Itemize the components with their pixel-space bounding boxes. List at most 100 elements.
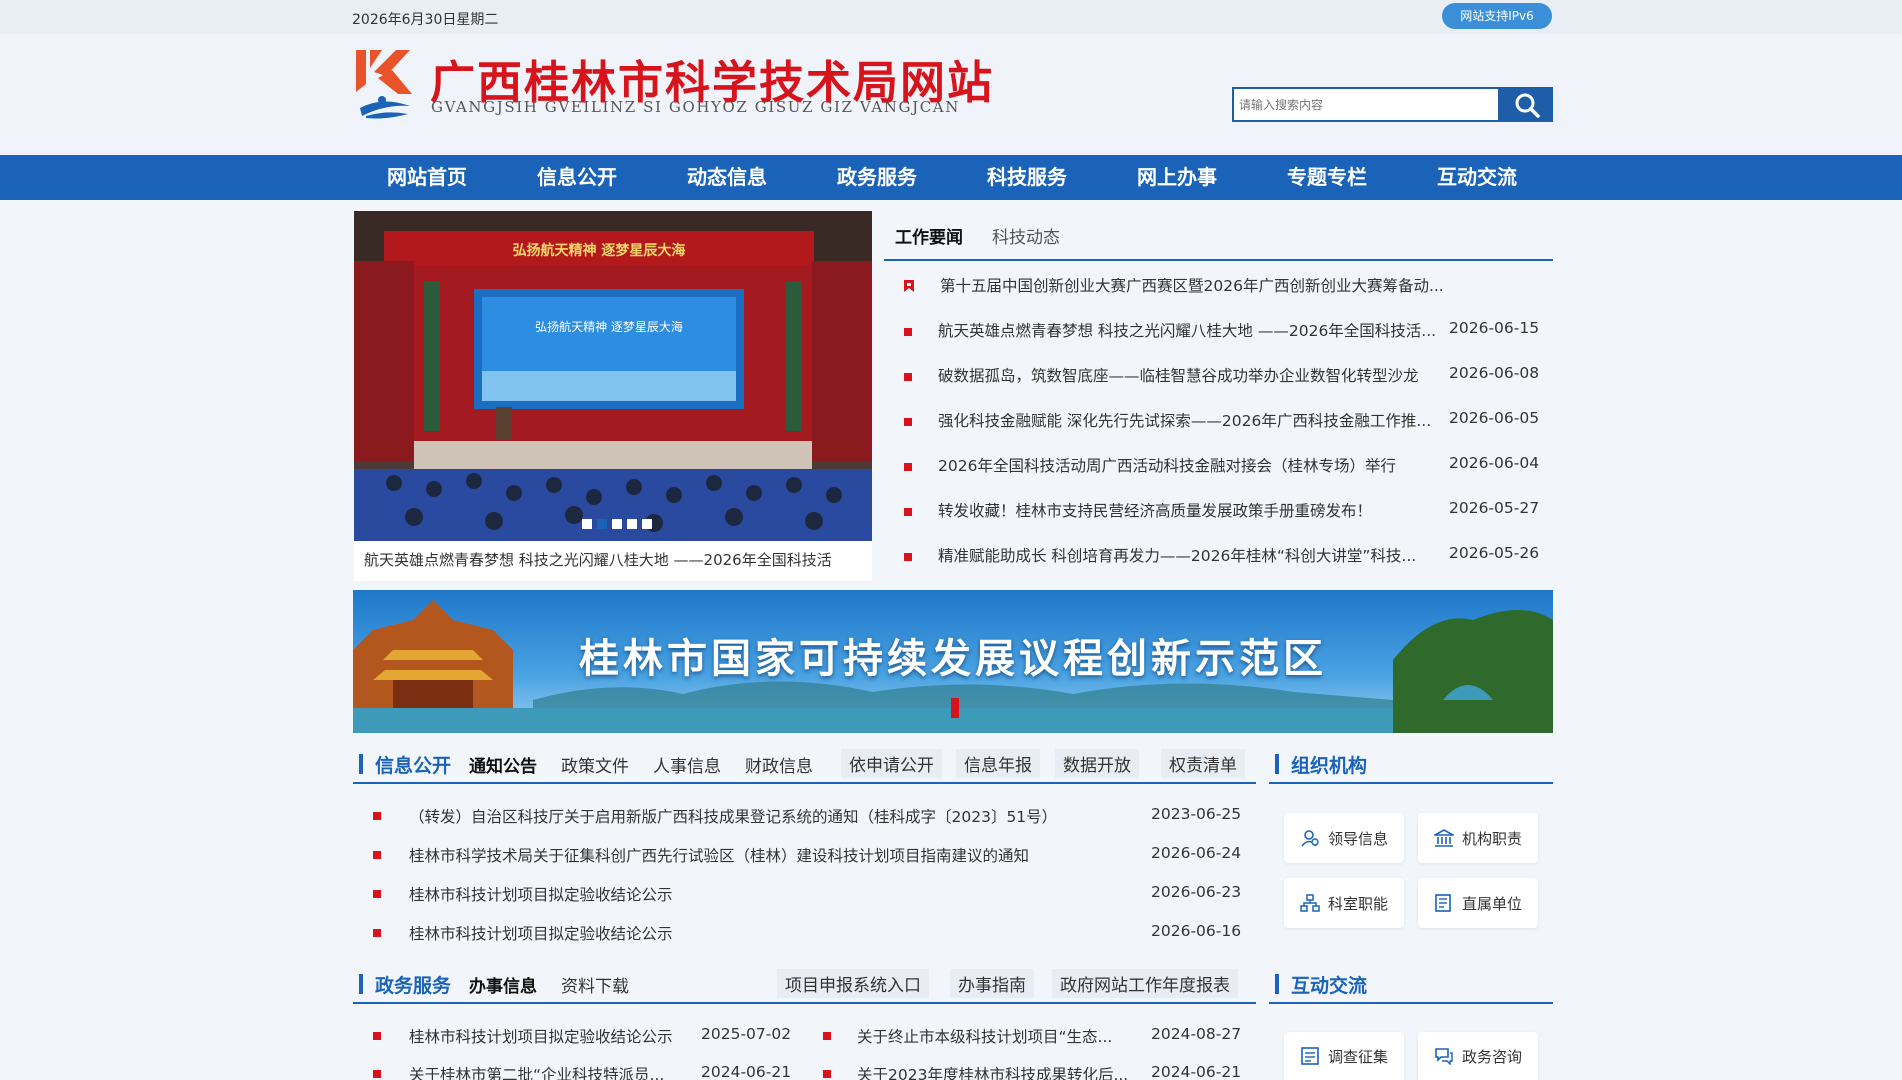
info-title[interactable]: （转发）自治区科技厅关于启用新版广西科技成果登记系统的通知（桂科成字〔2023〕… bbox=[409, 805, 1089, 827]
logo-icon[interactable] bbox=[352, 46, 414, 120]
info-date: 2026-06-24 bbox=[1151, 844, 1242, 862]
nav-interact[interactable]: 互动交流 bbox=[1402, 155, 1552, 200]
gov-title[interactable]: 桂林市科技计划项目拟定验收结论公示 bbox=[409, 1025, 709, 1047]
interact-section-title: 互动交流 bbox=[1291, 975, 1368, 997]
info-item[interactable]: 桂林市科学技术局关于征集科创广西先行试验区（桂林）建设科技计划项目指南建议的通知… bbox=[353, 839, 1256, 869]
info-item[interactable]: （转发）自治区科技厅关于启用新版广西科技成果登记系统的通知（桂科成字〔2023〕… bbox=[353, 800, 1256, 830]
link-annual-report[interactable]: 信息年报 bbox=[956, 749, 1040, 778]
search-button[interactable] bbox=[1500, 87, 1553, 122]
link-power-list[interactable]: 权责清单 bbox=[1161, 749, 1245, 778]
nav-dynamic[interactable]: 动态信息 bbox=[652, 155, 802, 200]
news-date: 2026-06-15 bbox=[1449, 319, 1540, 337]
slider-image[interactable]: 弘扬航天精神 逐梦星辰大海 弘扬航天精神 逐梦星辰大海 bbox=[354, 211, 872, 541]
top-bar: 2026年6月30日星期二 网站支持IPv6 bbox=[0, 0, 1902, 34]
tab-personnel[interactable]: 人事信息 bbox=[653, 752, 721, 777]
news-title[interactable]: 第十五届中国创新创业大赛广西赛区暨2026年广西创新创业大赛筹备动... bbox=[940, 274, 1450, 296]
nav-tech-service[interactable]: 科技服务 bbox=[952, 155, 1102, 200]
news-item[interactable]: 第十五届中国创新创业大赛广西赛区暨2026年广西创新创业大赛筹备动... bbox=[884, 265, 1553, 305]
gov-item[interactable]: 桂林市科技计划项目拟定验收结论公示 2025-07-02 bbox=[353, 1020, 793, 1050]
org-duties-button[interactable]: 机构职责 bbox=[1418, 813, 1538, 863]
nav-home[interactable]: 网站首页 bbox=[352, 155, 502, 200]
bullet bbox=[823, 1070, 831, 1078]
tab-policy[interactable]: 政策文件 bbox=[561, 752, 629, 777]
nav-special[interactable]: 专题专栏 bbox=[1252, 155, 1402, 200]
tab-service-info[interactable]: 办事信息 bbox=[469, 972, 537, 997]
gov-title[interactable]: 关于桂林市第二批“企业科技特派员... bbox=[409, 1063, 691, 1080]
news-title[interactable]: 转发收藏！桂林市支持民营经济高质量发展政策手册重磅发布！ bbox=[938, 499, 1448, 521]
site-subtitle: GVANGJSIH GVEILINZ SI GOHYOZ GISUZ GIZ V… bbox=[431, 98, 960, 116]
tab-downloads[interactable]: 资料下载 bbox=[561, 972, 629, 997]
section-bar bbox=[1275, 974, 1279, 994]
org-section-header: 组织机构 bbox=[1269, 746, 1553, 784]
nav-info-public[interactable]: 信息公开 bbox=[502, 155, 652, 200]
tab-work-news[interactable]: 工作要闻 bbox=[895, 223, 963, 248]
nav-gov-service[interactable]: 政务服务 bbox=[802, 155, 952, 200]
gov-item[interactable]: 关于桂林市第二批“企业科技特派员... 2024-06-21 bbox=[353, 1058, 793, 1080]
tab-tech-news[interactable]: 科技动态 bbox=[992, 223, 1060, 248]
info-title[interactable]: 桂林市科技计划项目拟定验收结论公示 bbox=[409, 883, 1109, 905]
org-duties-label: 机构职责 bbox=[1461, 829, 1522, 848]
org-leaders-label: 领导信息 bbox=[1327, 829, 1388, 848]
news-item[interactable]: 转发收藏！桂林市支持民营经济高质量发展政策手册重磅发布！ 2026-05-27 bbox=[884, 490, 1553, 530]
info-item[interactable]: 桂林市科技计划项目拟定验收结论公示 2026-06-23 bbox=[353, 878, 1256, 908]
promo-banner[interactable]: 桂林市国家可持续发展议程创新示范区 bbox=[353, 590, 1553, 733]
nav-online[interactable]: 网上办事 bbox=[1102, 155, 1252, 200]
org-affiliates-label: 直属单位 bbox=[1461, 894, 1522, 913]
news-item[interactable]: 破数据孤岛，筑数智底座——临桂智慧谷成功举办企业数智化转型沙龙 2026-06-… bbox=[884, 355, 1553, 395]
news-item[interactable]: 航天英雄点燃青春梦想 科技之光闪耀八桂大地 ——2026年全国科技活... 20… bbox=[884, 310, 1553, 350]
info-title[interactable]: 桂林市科技计划项目拟定验收结论公示 bbox=[409, 922, 1109, 944]
people-icon bbox=[1301, 830, 1319, 847]
news-item[interactable]: 2026年全国科技活动周广西活动科技金融对接会（桂林专场）举行 2026-06-… bbox=[884, 445, 1553, 485]
section-bar bbox=[1275, 754, 1279, 774]
org-affiliates-button[interactable]: 直属单位 bbox=[1418, 878, 1538, 928]
gov-section-header: 政务服务 办事信息 资料下载 项目申报系统入口 办事指南 政府网站工作年度报表 bbox=[353, 966, 1256, 1004]
info-item[interactable]: 桂林市科技计划项目拟定验收结论公示 2026-06-16 bbox=[353, 917, 1256, 947]
news-date: 2026-06-08 bbox=[1449, 364, 1540, 382]
news-item[interactable]: 强化科技金融赋能 深化先行先试探索——2026年广西科技金融工作推... 202… bbox=[884, 400, 1553, 440]
consult-button[interactable]: 政务咨询 bbox=[1418, 1032, 1538, 1080]
news-title[interactable]: 精准赋能助成长 科创培育再发力——2026年桂林“科创大讲堂”科技... bbox=[938, 544, 1448, 566]
slider-dot[interactable] bbox=[627, 519, 637, 529]
site-header: 广西桂林市科学技术局网站 GVANGJSIH GVEILINZ SI GOHYO… bbox=[0, 34, 1902, 155]
gov-title[interactable]: 关于2023年度桂林市科技成果转化后... bbox=[857, 1063, 1139, 1080]
gov-title[interactable]: 关于终止市本级科技计划项目“生态... bbox=[857, 1025, 1119, 1047]
org-departments-button[interactable]: 科室职能 bbox=[1284, 878, 1404, 928]
news-date: 2026-05-26 bbox=[1449, 544, 1540, 562]
link-data-open[interactable]: 数据开放 bbox=[1055, 749, 1139, 778]
gov-item[interactable]: 关于终止市本级科技计划项目“生态... 2024-08-27 bbox=[803, 1020, 1256, 1050]
slider-caption[interactable]: 航天英雄点燃青春梦想 科技之光闪耀八桂大地 ——2026年全国科技活 bbox=[364, 549, 832, 570]
news-title[interactable]: 2026年全国科技活动周广西活动科技金融对接会（桂林专场）举行 bbox=[938, 454, 1448, 476]
info-section-title: 信息公开 bbox=[375, 755, 452, 777]
link-apply-public[interactable]: 依申请公开 bbox=[841, 749, 942, 778]
slider-dot[interactable] bbox=[582, 519, 592, 529]
info-title[interactable]: 桂林市科学技术局关于征集科创广西先行试验区（桂林）建设科技计划项目指南建议的通知 bbox=[409, 844, 1109, 866]
news-title[interactable]: 强化科技金融赋能 深化先行先试探索——2026年广西科技金融工作推... bbox=[938, 409, 1448, 431]
news-title[interactable]: 破数据孤岛，筑数智底座——临桂智慧谷成功举办企业数智化转型沙龙 bbox=[938, 364, 1448, 386]
link-annual-work-report[interactable]: 政府网站工作年度报表 bbox=[1052, 969, 1238, 998]
gov-item[interactable]: 关于2023年度桂林市科技成果转化后... 2024-06-21 bbox=[803, 1058, 1256, 1080]
consult-label: 政务咨询 bbox=[1461, 1047, 1522, 1066]
slider-dot[interactable] bbox=[642, 519, 652, 529]
survey-button[interactable]: 调查征集 bbox=[1284, 1032, 1404, 1080]
bullet bbox=[904, 373, 912, 381]
gov-date: 2024-06-21 bbox=[701, 1063, 792, 1080]
ipv6-badge[interactable]: 网站支持IPv6 bbox=[1442, 3, 1552, 29]
banner-text[interactable]: 桂林市国家可持续发展议程创新示范区 bbox=[353, 626, 1553, 684]
tab-finance[interactable]: 财政信息 bbox=[745, 752, 813, 777]
news-item[interactable]: 精准赋能助成长 科创培育再发力——2026年桂林“科创大讲堂”科技... 202… bbox=[884, 535, 1553, 575]
bullet bbox=[373, 929, 381, 937]
org-departments-label: 科室职能 bbox=[1327, 894, 1388, 913]
slider-dot[interactable] bbox=[612, 519, 622, 529]
section-bar bbox=[359, 754, 363, 774]
org-section-title: 组织机构 bbox=[1291, 755, 1368, 777]
org-leaders-button[interactable]: 领导信息 bbox=[1284, 813, 1404, 863]
photo-slider[interactable]: 弘扬航天精神 逐梦星辰大海 弘扬航天精神 逐梦星辰大海 航天英雄点燃青春梦想 科… bbox=[354, 211, 872, 581]
link-service-guide[interactable]: 办事指南 bbox=[950, 969, 1034, 998]
news-tabs: 工作要闻 科技动态 bbox=[884, 211, 1553, 261]
screen-text: 弘扬航天精神 逐梦星辰大海 bbox=[535, 319, 683, 334]
tab-notices[interactable]: 通知公告 bbox=[469, 752, 537, 777]
slider-dot-active[interactable] bbox=[597, 519, 607, 529]
news-title[interactable]: 航天英雄点燃青春梦想 科技之光闪耀八桂大地 ——2026年全国科技活... bbox=[938, 319, 1448, 341]
link-project-system[interactable]: 项目申报系统入口 bbox=[777, 969, 929, 998]
search-input[interactable] bbox=[1234, 89, 1498, 120]
